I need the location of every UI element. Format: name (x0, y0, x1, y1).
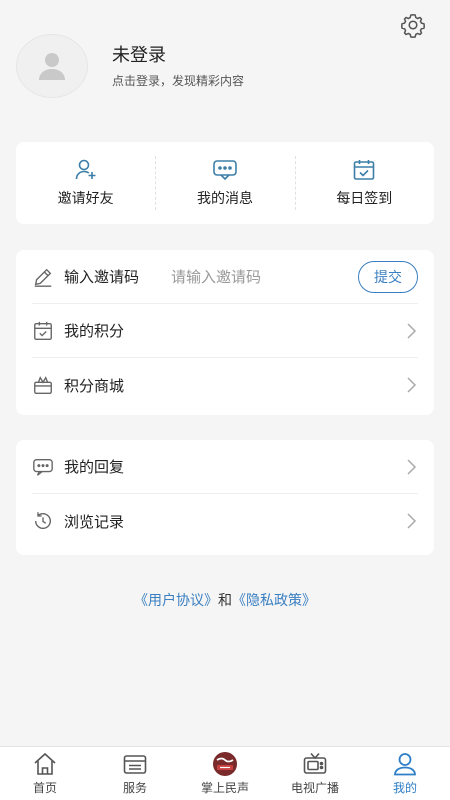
gift-box-icon (34, 376, 52, 394)
points-mall-label: 积分商城 (64, 376, 125, 395)
my-points-row[interactable]: 我的积分 (32, 304, 418, 358)
submit-button[interactable]: 提交 (358, 260, 418, 293)
add-user-icon (75, 159, 96, 180)
profile-header[interactable]: 未登录 点击登录，发现精彩内容 (16, 33, 416, 99)
tab-home[interactable]: 首页 (0, 747, 90, 800)
invite-code-label: 输入邀请码 (64, 268, 140, 286)
my-replies-label: 我的回复 (64, 458, 125, 476)
tab-minsheng[interactable]: 掌上民声 (180, 747, 270, 800)
browsing-history-label: 浏览记录 (64, 512, 125, 531)
tab-label: 服务 (122, 781, 147, 795)
tab-label: 我的 (392, 781, 417, 795)
chevron-right-icon (407, 458, 417, 475)
chevron-right-icon (407, 322, 417, 339)
agreement-conjunction: 和 (218, 593, 232, 609)
quick-actions-card: 邀请好友 我的消息 每日签到 (16, 142, 434, 224)
bottom-tab-bar: 首页 服务 掌上民声 电视广播 我的 (0, 746, 450, 800)
service-list-icon (123, 755, 147, 774)
profile-name[interactable]: 未登录 (112, 44, 244, 68)
profile-subtitle: 点击登录，发现精彩内容 (112, 73, 245, 88)
calendar-check-icon (354, 160, 375, 180)
tab-label: 首页 (32, 781, 57, 795)
agreement-links: 《用户协议》和《隐私政策》 (0, 590, 450, 610)
default-avatar-icon (39, 53, 65, 80)
chat-bubble-icon (33, 458, 53, 476)
activity-list-card: 我的回复 浏览记录 (16, 440, 434, 555)
avatar[interactable] (16, 34, 88, 98)
user-icon (394, 753, 416, 776)
invite-friends-button[interactable]: 邀请好友 (16, 142, 155, 224)
tab-label: 掌上民声 (200, 781, 249, 795)
history-clock-icon (34, 512, 51, 530)
user-agreement-link[interactable]: 《用户协议》 (134, 593, 218, 609)
tab-mine[interactable]: 我的 (360, 747, 450, 800)
my-messages-button[interactable]: 我的消息 (155, 142, 294, 224)
tab-services[interactable]: 服务 (90, 747, 180, 800)
home-icon (34, 752, 56, 775)
calendar-icon (34, 321, 52, 340)
tab-tv-radio[interactable]: 电视广播 (270, 747, 360, 800)
daily-checkin-button[interactable]: 每日签到 (294, 142, 434, 224)
tv-icon (303, 752, 327, 774)
profile-text: 未登录 点击登录，发现精彩内容 (112, 44, 244, 89)
browsing-history-row[interactable]: 浏览记录 (32, 494, 418, 548)
my-points-label: 我的积分 (64, 322, 125, 340)
tab-label: 电视广播 (290, 781, 339, 795)
quick-action-label: 每日签到 (336, 191, 393, 207)
invite-code-row: 输入邀请码 提交 (32, 250, 418, 304)
chevron-right-icon (407, 377, 417, 393)
privacy-policy-link[interactable]: 《隐私政策》 (232, 593, 316, 609)
chevron-right-icon (407, 513, 417, 529)
minsheng-logo-icon (213, 752, 237, 776)
quick-action-label: 我的消息 (196, 191, 253, 207)
points-mall-row[interactable]: 积分商城 (32, 358, 418, 412)
my-replies-row[interactable]: 我的回复 (32, 440, 418, 494)
invite-code-input[interactable] (171, 267, 358, 286)
quick-action-label: 邀请好友 (57, 191, 114, 207)
message-icon (213, 160, 237, 181)
account-list-card: 输入邀请码 提交 我的积分 积分商城 (16, 250, 434, 415)
pencil-icon (34, 268, 52, 287)
